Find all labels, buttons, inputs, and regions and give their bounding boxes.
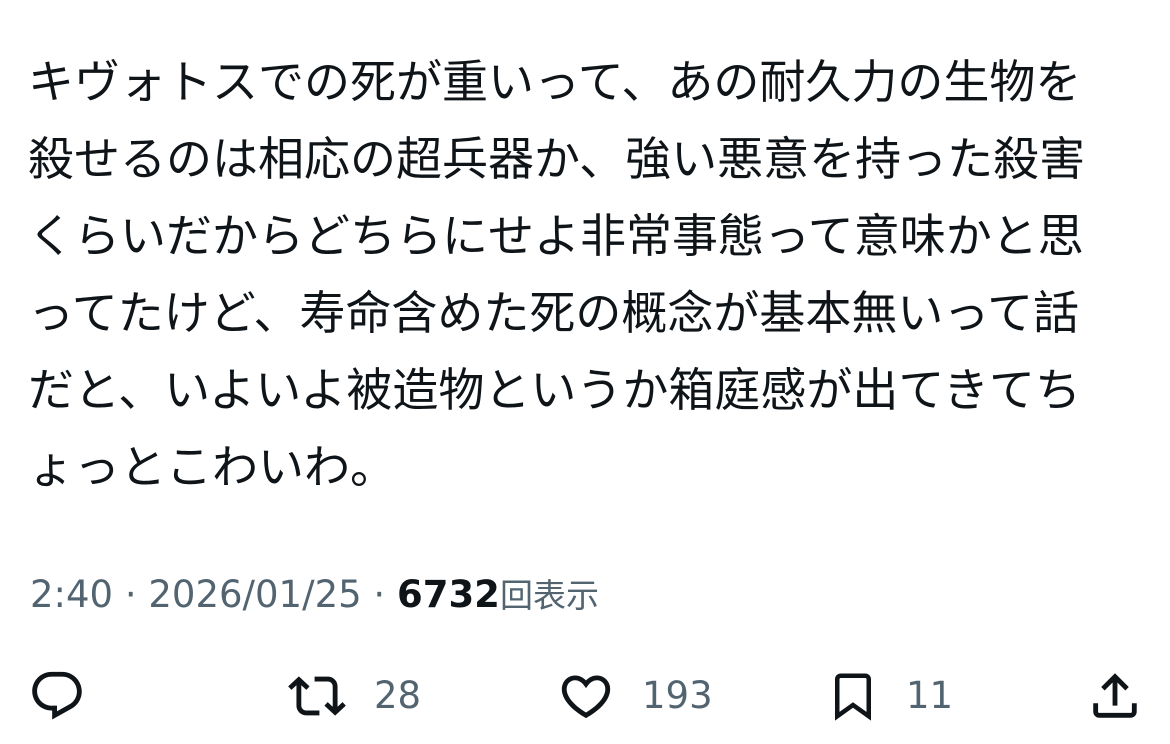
speech-bubble-icon [32,671,82,720]
views-label: 回表示 [499,576,599,615]
tweet-text-line: ってたけど、寿命含めた死の概念が基本無いって話 [28,286,1080,340]
tweet-text: キヴォトスでの死が重いって、あの耐久力の生物を 殺せるのは相応の超兵器か、強い悪… [28,44,1138,506]
meta-separator: · [373,573,386,616]
tweet-text-line: キヴォトスでの死が重いって、あの耐久力の生物を [28,55,1082,109]
retweet-count: 28 [374,674,422,717]
tweet-meta: 2:40 · 2026/01/25 · 6732回表示 [30,570,599,621]
tweet-text-line: ょっとこわいわ。 [28,440,396,494]
meta-separator: · [124,573,137,616]
heart-icon [561,675,611,719]
reply-button[interactable] [28,664,86,728]
tweet-text-line: だと、いよいよ被造物というか箱庭感が出てきてち [28,363,1081,417]
bookmark-icon [835,673,871,721]
tweet-date[interactable]: 2026/01/25 [148,573,361,616]
tweet-text-line: 殺せるのは相応の超兵器か、強い悪意を持った殺害 [28,132,1086,186]
retweet-arrows-icon [288,676,346,716]
share-button[interactable] [1086,664,1144,728]
tweet-text-line: くらいだからどちらにせよ非常事態って意味かと思 [28,209,1084,263]
like-button[interactable]: 193 [556,664,713,728]
views-count[interactable]: 6732 [397,573,500,616]
bookmark-count: 11 [906,674,954,717]
share-upload-icon [1093,673,1137,718]
tweet-actions-bar: 28 193 11 [0,664,1170,728]
tweet-time[interactable]: 2:40 [30,573,113,616]
retweet-button[interactable]: 28 [286,664,421,728]
like-count: 193 [642,674,713,717]
bookmark-button[interactable]: 11 [826,664,953,728]
